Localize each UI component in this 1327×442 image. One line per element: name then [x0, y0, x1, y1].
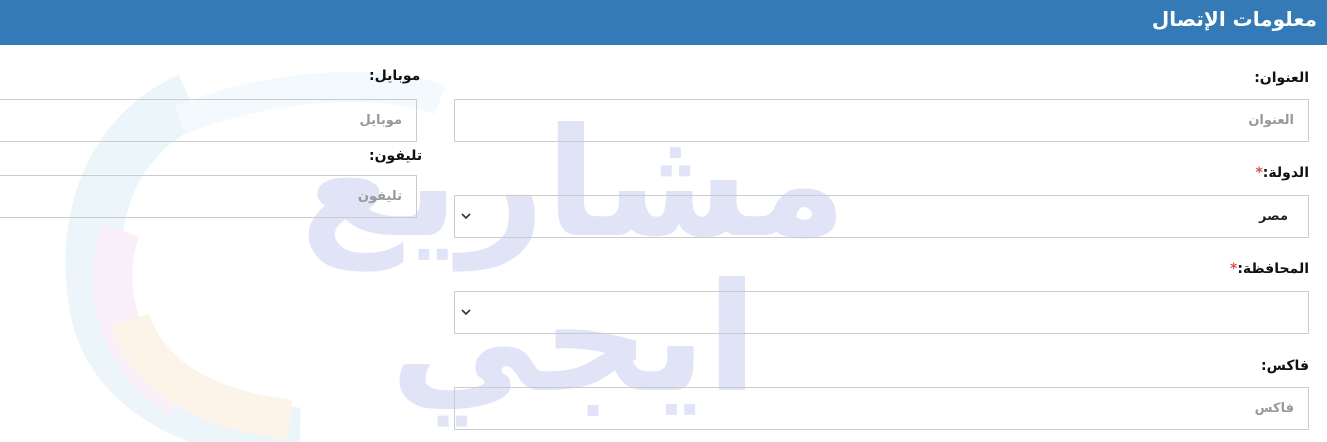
- section-header: معلومات الإتصال: [0, 0, 1327, 45]
- mobile-label: موبايل:: [369, 68, 421, 84]
- mobile-input[interactable]: [0, 99, 417, 142]
- fax-label: فاكس:: [1261, 358, 1309, 374]
- country-select-value: مصر: [1259, 209, 1288, 224]
- country-select[interactable]: مصر: [454, 195, 1309, 238]
- address-input[interactable]: [454, 99, 1309, 142]
- phone-input[interactable]: [0, 175, 417, 218]
- governorate-label: المحافظة:*: [1229, 261, 1309, 277]
- section-title: معلومات الإتصال: [1151, 7, 1317, 31]
- chevron-down-icon: [461, 213, 471, 220]
- chevron-down-icon: [461, 309, 471, 316]
- address-label: العنوان:: [1254, 70, 1309, 86]
- country-label: الدولة:*: [1255, 165, 1309, 181]
- fax-input[interactable]: [454, 387, 1309, 430]
- required-mark: *: [1255, 165, 1263, 181]
- phone-label: تليفون:: [369, 148, 423, 164]
- governorate-select[interactable]: [454, 291, 1309, 334]
